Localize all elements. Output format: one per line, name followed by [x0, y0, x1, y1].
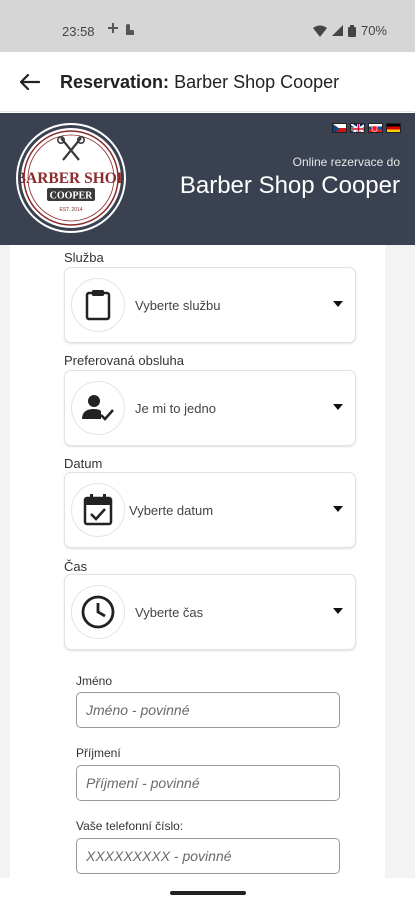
logo-text-est: EST. 2014	[59, 207, 82, 213]
clock-icon	[71, 585, 125, 639]
status-time: 23:58	[62, 24, 95, 39]
page-title-prefix: Reservation:	[60, 72, 170, 92]
date-label: Datum	[64, 456, 103, 471]
chevron-down-icon	[333, 608, 343, 614]
time-select[interactable]: Vyberte čas	[64, 574, 356, 650]
shop-header: BARBER SHOP COOPER EST. 2014 Online reze…	[0, 113, 415, 248]
service-select-value: Vyberte službu	[135, 298, 221, 313]
status-right: 70%	[312, 23, 387, 38]
cz-flag[interactable]	[332, 123, 347, 133]
date-select-value: Vyberte datum	[129, 503, 214, 518]
service-select[interactable]: Vyberte službu	[64, 267, 356, 343]
time-select-value: Vyberte čas	[135, 605, 204, 620]
staff-select[interactable]: Je mi to jedno	[64, 370, 356, 446]
chevron-down-icon	[333, 506, 343, 512]
signal-icon	[331, 25, 343, 36]
notification-icons	[106, 22, 136, 39]
logo-text-barber: BARBER SHOP	[21, 170, 121, 187]
calendar-check-icon	[71, 483, 125, 537]
hero-shop-name: Barber Shop Cooper	[179, 172, 400, 199]
app-bar: Reservation: Barber Shop Cooper	[0, 52, 415, 112]
clipboard-icon	[71, 278, 125, 332]
language-flags	[332, 123, 401, 133]
sk-flag[interactable]	[368, 123, 383, 133]
barber-logo-image: BARBER SHOP COOPER EST. 2014	[21, 130, 121, 226]
staff-select-value: Je mi to jedno	[135, 401, 216, 416]
person-check-icon	[71, 381, 125, 435]
status-bar: 23:58 70%	[0, 0, 415, 52]
back-button[interactable]	[16, 68, 44, 96]
last-name-label: Příjmení	[76, 746, 121, 760]
arrow-left-icon	[20, 74, 40, 90]
phone-label: Vaše telefonní číslo:	[76, 819, 184, 833]
phone-input[interactable]	[76, 838, 340, 874]
page-title-shop: Barber Shop Cooper	[174, 72, 340, 92]
time-label: Čas	[64, 559, 88, 574]
wifi-icon	[312, 25, 327, 37]
page-title: Reservation: Barber Shop Cooper	[60, 72, 339, 93]
chevron-down-icon	[333, 404, 343, 410]
date-select[interactable]: Vyberte datum	[64, 472, 356, 548]
shop-logo: BARBER SHOP COOPER EST. 2014	[18, 125, 124, 231]
system-nav-bar	[0, 878, 415, 900]
first-name-input[interactable]	[76, 692, 340, 728]
slack-icon	[108, 23, 134, 35]
hero-subtitle: Online rezervace do	[292, 155, 400, 169]
staff-label: Preferovaná obsluha	[64, 353, 184, 368]
logo-text-cooper: COOPER	[50, 191, 94, 202]
chevron-down-icon	[333, 301, 343, 307]
home-indicator[interactable]	[170, 891, 246, 895]
battery-percent: 70%	[360, 23, 387, 38]
last-name-input[interactable]	[76, 765, 340, 801]
first-name-label: Jméno	[76, 674, 113, 688]
de-flag[interactable]	[386, 123, 401, 133]
battery-icon	[347, 24, 356, 37]
service-label: Služba	[64, 250, 104, 265]
uk-flag[interactable]	[350, 123, 365, 133]
